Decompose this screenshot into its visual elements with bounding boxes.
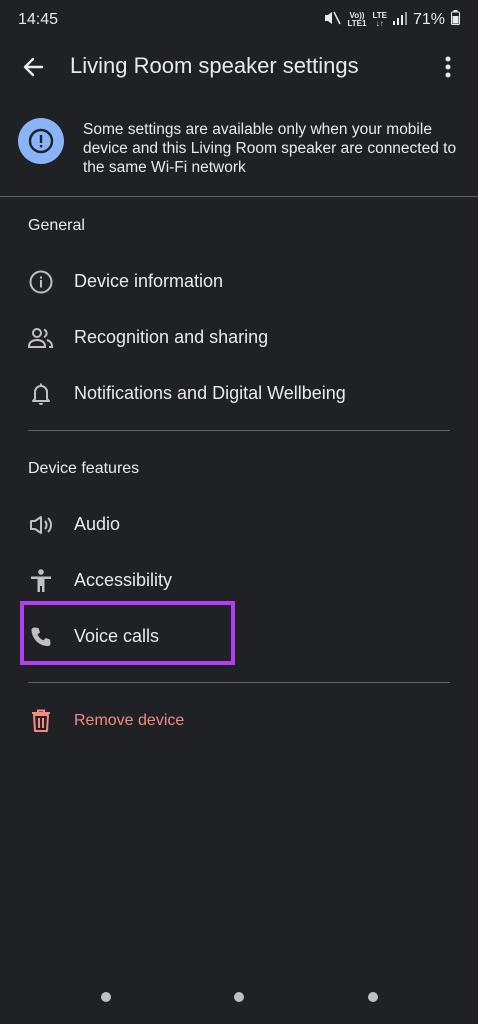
- section-title-general: General: [28, 217, 85, 234]
- more-options-icon[interactable]: [436, 52, 460, 82]
- speaker-icon: [28, 512, 54, 538]
- recognition-sharing-item[interactable]: Recognition and sharing: [0, 311, 478, 363]
- nav-home-button[interactable]: [234, 992, 244, 1002]
- status-bar: 14:45 Vo)) LTE1 LTE ↓↑ 71%: [0, 0, 478, 40]
- item-label: Notifications and Digital Wellbeing: [74, 383, 346, 403]
- nav-recents-button[interactable]: [101, 992, 111, 1002]
- page-title: Living Room speaker settings: [70, 53, 359, 78]
- item-label: Remove device: [74, 712, 185, 729]
- divider: [0, 196, 478, 197]
- battery-percent: 71%: [412, 11, 445, 28]
- divider: [28, 682, 450, 683]
- status-icons: Vo)) LTE1 LTE ↓↑ 71%: [323, 10, 460, 31]
- battery-icon: [451, 10, 460, 30]
- item-label: Recognition and sharing: [74, 327, 269, 347]
- data-arrows-icon: ↓↑: [375, 19, 384, 28]
- people-icon: [28, 325, 54, 351]
- status-time: 14:45: [18, 11, 59, 28]
- item-label: Device information: [74, 271, 224, 291]
- notifications-wellbeing-item[interactable]: Notifications and Digital Wellbeing: [0, 367, 478, 419]
- nav-back-button[interactable]: [368, 992, 378, 1002]
- divider: [28, 430, 450, 431]
- voice-calls-highlight-box: [20, 601, 235, 665]
- bell-icon: [28, 381, 54, 407]
- mute-icon: [323, 10, 342, 31]
- wifi-info-banner: Some settings are available only when yo…: [0, 108, 478, 196]
- remove-device-item[interactable]: Remove device: [0, 694, 478, 746]
- section-title-device-features: Device features: [28, 460, 140, 477]
- item-label: Audio: [74, 514, 121, 534]
- signal-icon: [392, 11, 407, 30]
- accessibility-item[interactable]: Accessibility: [0, 554, 478, 606]
- system-nav-bar: [0, 968, 478, 1024]
- info-icon: [28, 269, 54, 295]
- back-arrow-icon[interactable]: [18, 52, 48, 82]
- lte-indicator: LTE ↓↑: [372, 12, 387, 28]
- volte-indicator: Vo)) LTE1: [347, 12, 366, 28]
- device-information-item[interactable]: Device information: [0, 255, 478, 307]
- banner-text: Some settings are available only when yo…: [83, 121, 457, 176]
- item-label: Accessibility: [74, 570, 173, 590]
- lte1-label: LTE1: [347, 19, 367, 28]
- audio-item[interactable]: Audio: [0, 498, 478, 550]
- accessibility-icon: [28, 568, 54, 594]
- trash-icon: [28, 708, 54, 734]
- app-bar: Living Room speaker settings: [0, 40, 478, 94]
- alert-icon: [18, 118, 64, 164]
